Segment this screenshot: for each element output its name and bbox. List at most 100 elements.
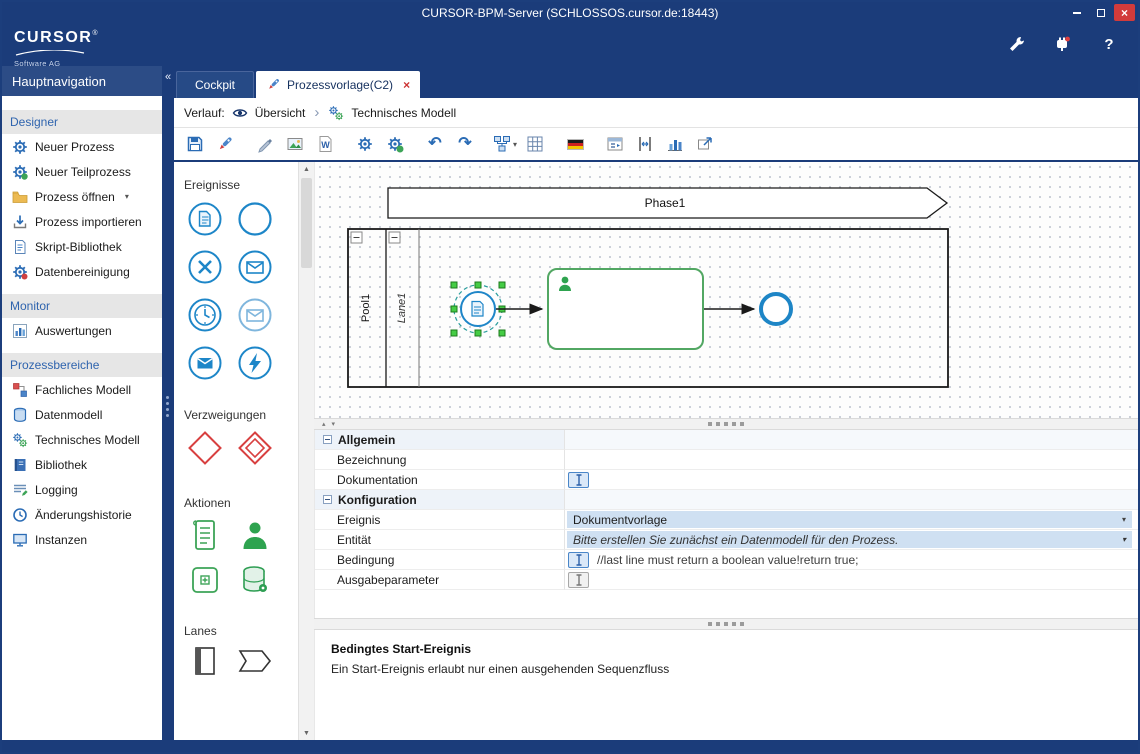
brand-registered-mark: ® (92, 30, 97, 37)
close-tab-icon[interactable]: × (403, 78, 410, 92)
palette-signal-event[interactable] (236, 344, 274, 382)
palette-subprocess[interactable] (190, 565, 220, 595)
resize-handle[interactable] (451, 330, 457, 336)
palette-cancel-event[interactable] (186, 248, 224, 286)
resize-handle[interactable] (499, 282, 505, 288)
close-button[interactable]: × (1114, 4, 1135, 21)
palette-phase[interactable] (238, 648, 272, 674)
info-text: Ein Start-Ereignis erlaubt nur einen aus… (331, 662, 1122, 676)
pool-collapse-toggle[interactable] (351, 232, 362, 243)
palette-data-task[interactable] (240, 564, 270, 596)
palette-scrollbar[interactable]: ▲ ▼ (298, 162, 314, 740)
collapse-up-icon[interactable]: ▴ (322, 420, 326, 428)
redo-button[interactable]: ↷ (452, 131, 478, 157)
splitter-grip[interactable] (166, 396, 169, 417)
ausgabeparameter-editor-button[interactable] (568, 572, 589, 588)
alignment-button[interactable] (632, 131, 658, 157)
property-row: Entität Bitte erstellen Sie zunächst ein… (315, 530, 1138, 550)
matrix-view-button[interactable] (602, 131, 628, 157)
collapse-sidebar-icon[interactable]: « (162, 72, 174, 83)
resize-handle[interactable] (451, 282, 457, 288)
word-export-button[interactable]: W (312, 131, 338, 157)
plugin-button[interactable] (1052, 33, 1074, 55)
undo-button[interactable]: ↶ (422, 131, 448, 157)
help-button[interactable]: ? (1098, 33, 1120, 55)
sidebar-item-prozess-oeffnen[interactable]: Prozess öffnen ▾ (2, 184, 162, 209)
palette-script-task[interactable] (190, 518, 220, 552)
palette-start-event[interactable] (236, 200, 274, 238)
palette-message-event[interactable] (236, 248, 274, 286)
document-start-event-shape[interactable] (461, 292, 495, 326)
sidebar-item-auswertungen[interactable]: Auswertungen (2, 318, 162, 343)
tab-cockpit[interactable]: Cockpit (176, 71, 254, 98)
splitter-handle[interactable] (708, 422, 744, 426)
user-task-shape[interactable] (548, 269, 703, 349)
tab-prozessvorlage[interactable]: Prozessvorlage(C2) × (256, 71, 420, 98)
wrench-button[interactable] (1006, 33, 1028, 55)
palette-timer-event[interactable] (186, 296, 224, 334)
lane-collapse-toggle[interactable] (389, 232, 400, 243)
sidebar-item-neuer-teilprozess[interactable]: Neuer Teilprozess (2, 159, 162, 184)
resize-handle[interactable] (499, 330, 505, 336)
phase-banner[interactable]: Phase1 (388, 188, 947, 218)
dokumentation-editor-button[interactable] (568, 472, 589, 488)
ereignis-select[interactable]: Dokumentvorlage ▾ (567, 511, 1132, 528)
settings-button[interactable] (352, 131, 378, 157)
canvas-svg: Phase1 Pool1 Lane1 (315, 162, 1138, 418)
matrix-table-icon (606, 135, 624, 153)
chevron-down-icon: ▾ (125, 192, 129, 201)
sidebar-splitter[interactable]: « (162, 66, 174, 740)
statistics-button[interactable] (662, 131, 688, 157)
sidebar-item-logging[interactable]: Logging (2, 477, 162, 502)
image-export-button[interactable] (282, 131, 308, 157)
sidebar-item-bibliothek[interactable]: Bibliothek (2, 452, 162, 477)
logo-swoosh (14, 50, 86, 56)
minimize-button[interactable] (1066, 4, 1087, 21)
bedingung-editor-button[interactable] (568, 552, 589, 568)
collapse-down-icon[interactable]: ▾ (332, 420, 336, 428)
entitaet-select[interactable]: Bitte erstellen Sie zunächst ein Datenmo… (567, 531, 1132, 548)
detach-view-button[interactable] (692, 131, 718, 157)
splitter-collapse-controls[interactable]: ▴▾ (322, 419, 335, 429)
palette-document-start-event[interactable] (186, 200, 224, 238)
process-canvas[interactable]: Phase1 Pool1 Lane1 (314, 162, 1138, 418)
resize-handle[interactable] (475, 282, 481, 288)
scroll-up-icon[interactable]: ▲ (299, 162, 314, 176)
maximize-button[interactable] (1090, 4, 1111, 21)
collapse-section-icon[interactable] (323, 435, 332, 444)
sidebar-item-prozess-importieren[interactable]: Prozess importieren (2, 209, 162, 234)
properties-info-splitter[interactable] (314, 618, 1138, 630)
splitter-handle[interactable] (708, 622, 744, 626)
sidebar-item-datenbereinigung[interactable]: Datenbereinigung (2, 259, 162, 284)
canvas-properties-splitter[interactable]: ▴▾ (314, 418, 1138, 430)
palette-user-task[interactable] (240, 519, 270, 551)
palette-lane[interactable] (192, 646, 218, 676)
sidebar-item-aenderungshistorie[interactable]: Änderungshistorie (2, 502, 162, 527)
collapse-section-icon[interactable] (323, 495, 332, 504)
palette-message-catch-event[interactable] (236, 296, 274, 334)
language-button[interactable] (562, 131, 588, 157)
auto-layout-button[interactable]: ▾ (492, 131, 518, 157)
palette-exclusive-gateway[interactable] (187, 430, 223, 466)
resize-handle[interactable] (475, 330, 481, 336)
bezeichnung-input[interactable] (565, 450, 1138, 470)
scrollbar-thumb[interactable] (301, 178, 312, 268)
palette-message-throw-event[interactable] (186, 344, 224, 382)
breadcrumb-item-uebersicht[interactable]: Übersicht (255, 106, 306, 120)
sidebar-item-skript-bibliothek[interactable]: Skript-Bibliothek (2, 234, 162, 259)
new-process-button[interactable] (212, 131, 238, 157)
resize-handle[interactable] (451, 306, 457, 312)
pen-tool-button[interactable] (252, 131, 278, 157)
sidebar-item-technisches-modell[interactable]: Technisches Modell (2, 427, 162, 452)
sidebar-item-neuer-prozess[interactable]: Neuer Prozess (2, 134, 162, 159)
sidebar-item-fachliches-modell[interactable]: Fachliches Modell (2, 377, 162, 402)
sidebar-item-instanzen[interactable]: Instanzen (2, 527, 162, 552)
new-subprocess-icon (12, 164, 28, 180)
end-event-shape[interactable] (761, 294, 791, 324)
scroll-down-icon[interactable]: ▼ (299, 726, 314, 740)
grid-toggle-button[interactable] (522, 131, 548, 157)
service-settings-button[interactable] (382, 131, 408, 157)
palette-complex-gateway[interactable] (237, 430, 273, 466)
save-button[interactable] (182, 131, 208, 157)
sidebar-item-datenmodell[interactable]: Datenmodell (2, 402, 162, 427)
